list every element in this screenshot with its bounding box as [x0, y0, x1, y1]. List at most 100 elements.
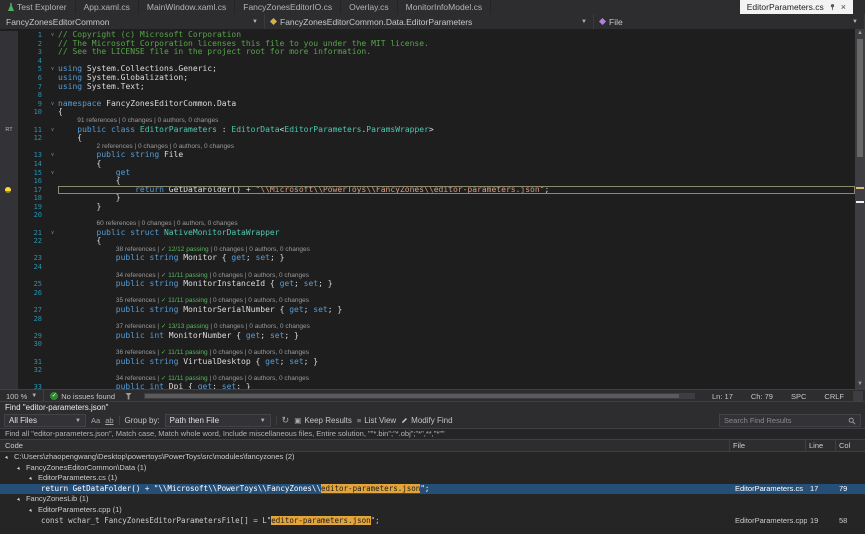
codelens-text[interactable]: 38 references | ✓ 12/12 passing | 0 chan… — [58, 246, 855, 255]
fold-chevron-icon[interactable]: ∨ — [47, 31, 58, 40]
tree-expander-icon[interactable]: ▼ — [26, 474, 37, 484]
code-line-14[interactable]: 14 { — [0, 160, 855, 169]
code-line-8[interactable]: 8 — [0, 91, 855, 100]
tree-expander-icon[interactable]: ▼ — [14, 495, 25, 505]
code-line-28[interactable]: 28 — [0, 315, 855, 324]
find-result-group-row[interactable]: ▼FancyZonesLib (1) — [0, 494, 865, 505]
codelens-row[interactable]: 37 references | ✓ 13/13 passing | 0 chan… — [0, 323, 855, 332]
code-line-31[interactable]: 31 public string VirtualDesktop { get; s… — [0, 358, 855, 367]
search-find-results-input[interactable]: Search Find Results — [719, 414, 861, 427]
find-result-group-row[interactable]: ▼EditorParameters.cs (1) — [0, 473, 865, 484]
refresh-icon[interactable]: ↻ — [282, 415, 290, 426]
codelens-text[interactable]: 60 references | 0 changes | 0 authors, 0… — [58, 220, 855, 229]
codelens-text[interactable]: 34 references | ✓ 11/11 passing | 0 chan… — [58, 272, 855, 281]
code-line-4[interactable]: 4 — [0, 57, 855, 66]
column-header-line[interactable]: Line — [805, 440, 835, 451]
find-result-match-row[interactable]: const wchar_t FancyZonesEditorParameters… — [0, 516, 865, 527]
code-line-2[interactable]: 2// The Microsoft Corporation licenses t… — [0, 40, 855, 49]
code-line-21[interactable]: 21∨ public struct NativeMonitorDataWrapp… — [0, 229, 855, 238]
fold-chevron-icon[interactable]: ∨ — [47, 126, 58, 135]
fold-chevron-icon[interactable]: ∨ — [47, 229, 58, 238]
codelens-row[interactable]: 34 references | ✓ 11/11 passing | 0 chan… — [0, 375, 855, 384]
code-line-22[interactable]: 22 { — [0, 237, 855, 246]
code-line-7[interactable]: 7using System.Text; — [0, 83, 855, 92]
close-tab-icon[interactable]: × — [841, 3, 846, 12]
modify-find-button[interactable]: Modify Find — [401, 416, 452, 425]
column-header-code[interactable]: Code — [0, 440, 729, 451]
match-whole-word-icon[interactable]: ab — [105, 416, 113, 425]
tab-overlay-cs[interactable]: Overlay.cs — [341, 0, 398, 14]
column-header-file[interactable]: File — [729, 440, 805, 451]
scrollbar-thumb[interactable] — [145, 394, 679, 398]
line-ending-indicator[interactable]: CRLF — [815, 392, 853, 401]
scroll-down-arrow-icon[interactable]: ▼ — [855, 380, 865, 389]
codelens-row[interactable]: 60 references | 0 changes | 0 authors, 0… — [0, 220, 855, 229]
editor-vertical-scrollbar[interactable]: ▲ ▼ — [855, 29, 865, 389]
project-dropdown[interactable]: FancyZonesEditorCommon ▼ — [0, 14, 265, 29]
tree-expander-icon[interactable]: ▼ — [2, 453, 13, 463]
find-result-group-row[interactable]: ▼FancyZonesEditorCommon\Data (1) — [0, 463, 865, 474]
filter-funnel-icon[interactable] — [125, 393, 132, 400]
code-line-32[interactable]: 32 — [0, 366, 855, 375]
match-case-icon[interactable]: Aa — [91, 416, 100, 425]
column-header-col[interactable]: Col — [835, 440, 865, 451]
find-result-group-row[interactable]: ▼EditorParameters.cpp (1) — [0, 505, 865, 516]
document-health-indicator[interactable]: ✓ No issues found — [44, 392, 121, 401]
fold-chevron-icon[interactable]: ∨ — [47, 100, 58, 109]
code-line-5[interactable]: 5∨using System.Collections.Generic; — [0, 65, 855, 74]
editor-horizontal-scrollbar[interactable] — [144, 393, 695, 399]
code-line-12[interactable]: 12 { — [0, 134, 855, 143]
code-line-11[interactable]: RT11∨ public class EditorParameters : Ed… — [0, 126, 855, 135]
code-line-24[interactable]: 24 — [0, 263, 855, 272]
find-result-group-row[interactable]: ▼C:\Users\zhaopengwang\Desktop\powertoys… — [0, 452, 865, 463]
member-dropdown[interactable]: File ▼ — [594, 14, 865, 29]
code-line-1[interactable]: 1∨// Copyright (c) Microsoft Corporation — [0, 31, 855, 40]
code-line-9[interactable]: 9∨namespace FancyZonesEditorCommon.Data — [0, 100, 855, 109]
code-line-18[interactable]: 18 } — [0, 194, 855, 203]
code-line-27[interactable]: 27 public string MonitorSerialNumber { g… — [0, 306, 855, 315]
pin-icon[interactable] — [829, 3, 836, 11]
code-line-6[interactable]: 6using System.Globalization; — [0, 74, 855, 83]
codelens-row[interactable]: 38 references | ✓ 12/12 passing | 0 chan… — [0, 246, 855, 255]
codelens-row[interactable]: 34 references | ✓ 11/11 passing | 0 chan… — [0, 272, 855, 281]
scope-dropdown[interactable]: All Files ▼ — [4, 414, 86, 427]
fold-chevron-icon[interactable]: ∨ — [47, 151, 58, 160]
codelens-row[interactable]: 91 references | 0 changes | 0 authors, 0… — [0, 117, 855, 126]
code-line-15[interactable]: 15∨ get — [0, 169, 855, 178]
line-indicator[interactable]: Ln: 17 — [703, 392, 742, 401]
scroll-up-arrow-icon[interactable]: ▲ — [855, 29, 865, 38]
fold-chevron-icon[interactable]: ∨ — [47, 169, 58, 178]
type-dropdown[interactable]: FancyZonesEditorCommon.Data.EditorParame… — [265, 14, 594, 29]
quick-actions-lightbulb-icon[interactable] — [5, 187, 11, 193]
codelens-text[interactable]: 36 references | ✓ 11/11 passing | 0 chan… — [58, 349, 855, 358]
code-editor[interactable]: 1∨// Copyright (c) Microsoft Corporation… — [0, 29, 855, 389]
code-line-20[interactable]: 20 — [0, 211, 855, 220]
codelens-text[interactable]: 34 references | ✓ 11/11 passing | 0 chan… — [58, 375, 855, 384]
codelens-row[interactable]: 36 references | ✓ 11/11 passing | 0 chan… — [0, 349, 855, 358]
spaces-indicator[interactable]: SPC — [782, 392, 815, 401]
tab-mainwindow-xaml-cs[interactable]: MainWindow.xaml.cs — [139, 0, 235, 14]
code-line-23[interactable]: 23 public string Monitor { get; set; } — [0, 254, 855, 263]
code-line-25[interactable]: 25 public string MonitorInstanceId { get… — [0, 280, 855, 289]
list-view-button[interactable]: ≡ List View — [357, 416, 396, 425]
codelens-text[interactable]: 91 references | 0 changes | 0 authors, 0… — [58, 117, 855, 126]
code-line-29[interactable]: 29 public int MonitorNumber { get; set; … — [0, 332, 855, 341]
scrollbar-thumb[interactable] — [857, 39, 863, 157]
fold-chevron-icon[interactable]: ∨ — [47, 65, 58, 74]
code-line-17[interactable]: 17 return GetDataFolder() + "\\Microsoft… — [0, 186, 855, 195]
codelens-row[interactable]: 2 references | 0 changes | 0 authors, 0 … — [0, 143, 855, 152]
codelens-text[interactable]: 2 references | 0 changes | 0 authors, 0 … — [58, 143, 855, 152]
group-by-dropdown[interactable]: Path then File ▼ — [165, 414, 271, 427]
codelens-text[interactable]: 35 references | ✓ 11/11 passing | 0 chan… — [58, 297, 855, 306]
code-line-16[interactable]: 16 { — [0, 177, 855, 186]
code-line-19[interactable]: 19 } — [0, 203, 855, 212]
codelens-text[interactable]: 37 references | ✓ 13/13 passing | 0 chan… — [58, 323, 855, 332]
code-line-26[interactable]: 26 — [0, 289, 855, 298]
tab-monitorinfomodel-cs[interactable]: MonitorInfoModel.cs — [398, 0, 492, 14]
codelens-row[interactable]: 35 references | ✓ 11/11 passing | 0 chan… — [0, 297, 855, 306]
keep-results-button[interactable]: ▣ Keep Results — [294, 416, 352, 425]
tab-editorparameters-cs[interactable]: EditorParameters.cs × — [740, 0, 853, 14]
find-result-match-row[interactable]: return GetDataFolder() + "\\Microsoft\\P… — [0, 484, 865, 495]
tab-app-xaml-cs[interactable]: App.xaml.cs — [76, 0, 139, 14]
code-line-10[interactable]: 10{ — [0, 108, 855, 117]
